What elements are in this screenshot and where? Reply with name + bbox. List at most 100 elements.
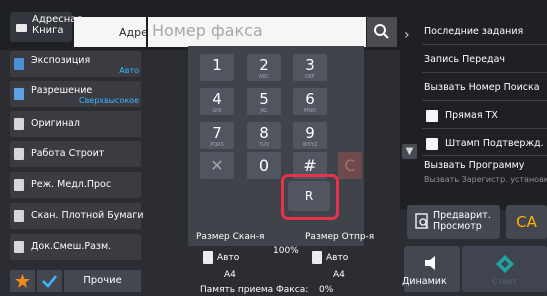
fax-number-placeholder: Номер факса (152, 21, 263, 40)
direct-tx-checkbox[interactable] (426, 110, 438, 122)
key-4-letters: GHI (212, 108, 222, 114)
speaker-button[interactable]: Динамик (402, 246, 460, 292)
collapse-panel-icon[interactable]: › (404, 27, 410, 43)
thick-paper-scan-label: Скан. Плотной Бумаги (31, 210, 144, 221)
confirmation-stamp-label: Штамп Подтвержд. (445, 138, 544, 149)
job-build-label: Работа Строит (31, 148, 105, 159)
resolution-icon (14, 88, 24, 100)
preview-label: Предварит. Просмотр (433, 210, 491, 232)
key-4[interactable]: 4 GHI (200, 88, 234, 115)
mixed-size-button[interactable]: Док.Смеш.Разм. (10, 234, 141, 260)
original-icon (14, 118, 24, 130)
key-5[interactable]: 5 JKL (247, 88, 281, 115)
r-key-highlight (281, 174, 339, 220)
fax-number-input[interactable]: Номер факса (148, 17, 366, 47)
key-7-digit: 7 (212, 124, 222, 142)
preview-icon (415, 213, 429, 229)
key-5-digit: 5 (259, 90, 269, 108)
divider (422, 72, 547, 73)
exposure-icon (14, 58, 24, 70)
confirmation-stamp-checkbox[interactable] (426, 138, 438, 150)
clear-key[interactable]: C (338, 152, 362, 179)
ratio-value: 100% (273, 246, 299, 256)
check-button[interactable] (37, 270, 62, 292)
thick-paper-scan-button[interactable]: Скан. Плотной Бумаги (10, 203, 144, 229)
resolution-label: Разрешение (31, 85, 93, 96)
key-6[interactable]: 6 MNO (293, 88, 327, 115)
key-6-letters: MNO (304, 108, 316, 114)
send-size-label: Размер Отпр-я (305, 232, 375, 242)
call-program-item[interactable]: Вызвать Программу (424, 160, 524, 171)
search-number-item[interactable]: Вызвать Номер Поиска (424, 82, 540, 93)
send-document-icon (312, 251, 322, 264)
key-6-digit: 6 (305, 90, 315, 108)
call-program-subtext: Вызвать Зарегистр. установки (424, 175, 547, 184)
direct-tx-label: Прямая TX (445, 110, 498, 121)
other-button[interactable]: Прочие (64, 270, 141, 292)
key-9-digit: 9 (305, 124, 315, 142)
key-5-letters: JKL (260, 108, 268, 114)
exposure-value: Авто (119, 66, 139, 75)
key-9-letters: WXYZ (302, 142, 318, 148)
key-8-digit: 8 (259, 124, 269, 142)
key-8[interactable]: 8 TUV (247, 122, 281, 149)
address-button[interactable]: Адрес (74, 17, 154, 47)
key-1-digit: 1 (212, 56, 222, 74)
clear-key-label: C (344, 156, 356, 175)
original-label: Оригинал (31, 118, 80, 129)
key-asterisk-symbol: ✕ (210, 156, 224, 175)
original-button[interactable]: Оригинал (10, 111, 141, 137)
key-8-letters: TUV (258, 142, 270, 148)
slow-scan-icon (14, 179, 24, 191)
star-icon (15, 274, 30, 288)
preview-button[interactable]: Предварит. Просмотр (407, 205, 500, 239)
address-book-icon (16, 24, 27, 32)
key-9[interactable]: 9 WXYZ (293, 122, 327, 149)
send-size-value: Авто (326, 253, 349, 263)
favorite-button[interactable] (10, 270, 35, 292)
job-build-icon (14, 148, 24, 160)
resolution-value: Сверхвысокое (78, 96, 139, 105)
fax-memory-label: Память приема Факса: (200, 285, 309, 295)
thick-paper-icon (14, 210, 24, 222)
divider (422, 44, 547, 45)
key-7-letters: PQRS (210, 142, 224, 148)
key-2-digit: 2 (259, 56, 269, 74)
key-2-letters: ABC (258, 74, 270, 80)
fax-memory-value: 0% (319, 285, 334, 295)
scan-document-icon (203, 251, 213, 264)
key-3-digit: 3 (305, 56, 315, 74)
ca-button[interactable]: CA (506, 205, 547, 239)
key-3[interactable]: 3 DEF (293, 54, 327, 81)
exposure-label: Экспозиция (31, 55, 91, 66)
divider (422, 100, 547, 101)
scan-size-value: Авто (217, 253, 240, 263)
slow-scan-label: Реж. Медл.Прос (31, 179, 112, 190)
job-build-button[interactable]: Работа Строит (10, 141, 141, 167)
recent-jobs-item[interactable]: Последние задания (424, 26, 523, 37)
scan-paper-size: A4 (224, 270, 236, 280)
mixed-size-icon (14, 241, 24, 253)
scan-size-label: Размер Скан-я (196, 232, 265, 242)
speaker-icon (425, 256, 435, 270)
search-icon (374, 24, 389, 39)
key-2[interactable]: 2 ABC (247, 54, 281, 81)
divider (422, 128, 547, 129)
transmission-log-item[interactable]: Запись Передач (424, 54, 505, 65)
speaker-label: Динамик (402, 276, 447, 287)
key-7[interactable]: 7 PQRS (200, 122, 234, 149)
search-button[interactable] (367, 17, 397, 47)
key-1[interactable]: 1 (200, 54, 234, 81)
start-button[interactable]: Старт (462, 246, 547, 292)
key-4-digit: 4 (212, 90, 222, 108)
resolution-button[interactable]: Разрешение Сверхвысокое (10, 81, 141, 107)
slow-scan-button[interactable]: Реж. Медл.Прос (10, 172, 141, 198)
mixed-size-label: Док.Смеш.Разм. (31, 241, 112, 252)
address-book-button[interactable]: Адресная Книга (10, 12, 82, 42)
scroll-down-icon[interactable]: ▼ (402, 144, 417, 159)
key-0[interactable]: 0 (247, 152, 281, 179)
key-asterisk[interactable]: ✕ (200, 152, 234, 179)
exposure-button[interactable]: Экспозиция Авто (10, 51, 141, 77)
start-label: Старт (492, 277, 517, 286)
start-icon (496, 255, 514, 273)
